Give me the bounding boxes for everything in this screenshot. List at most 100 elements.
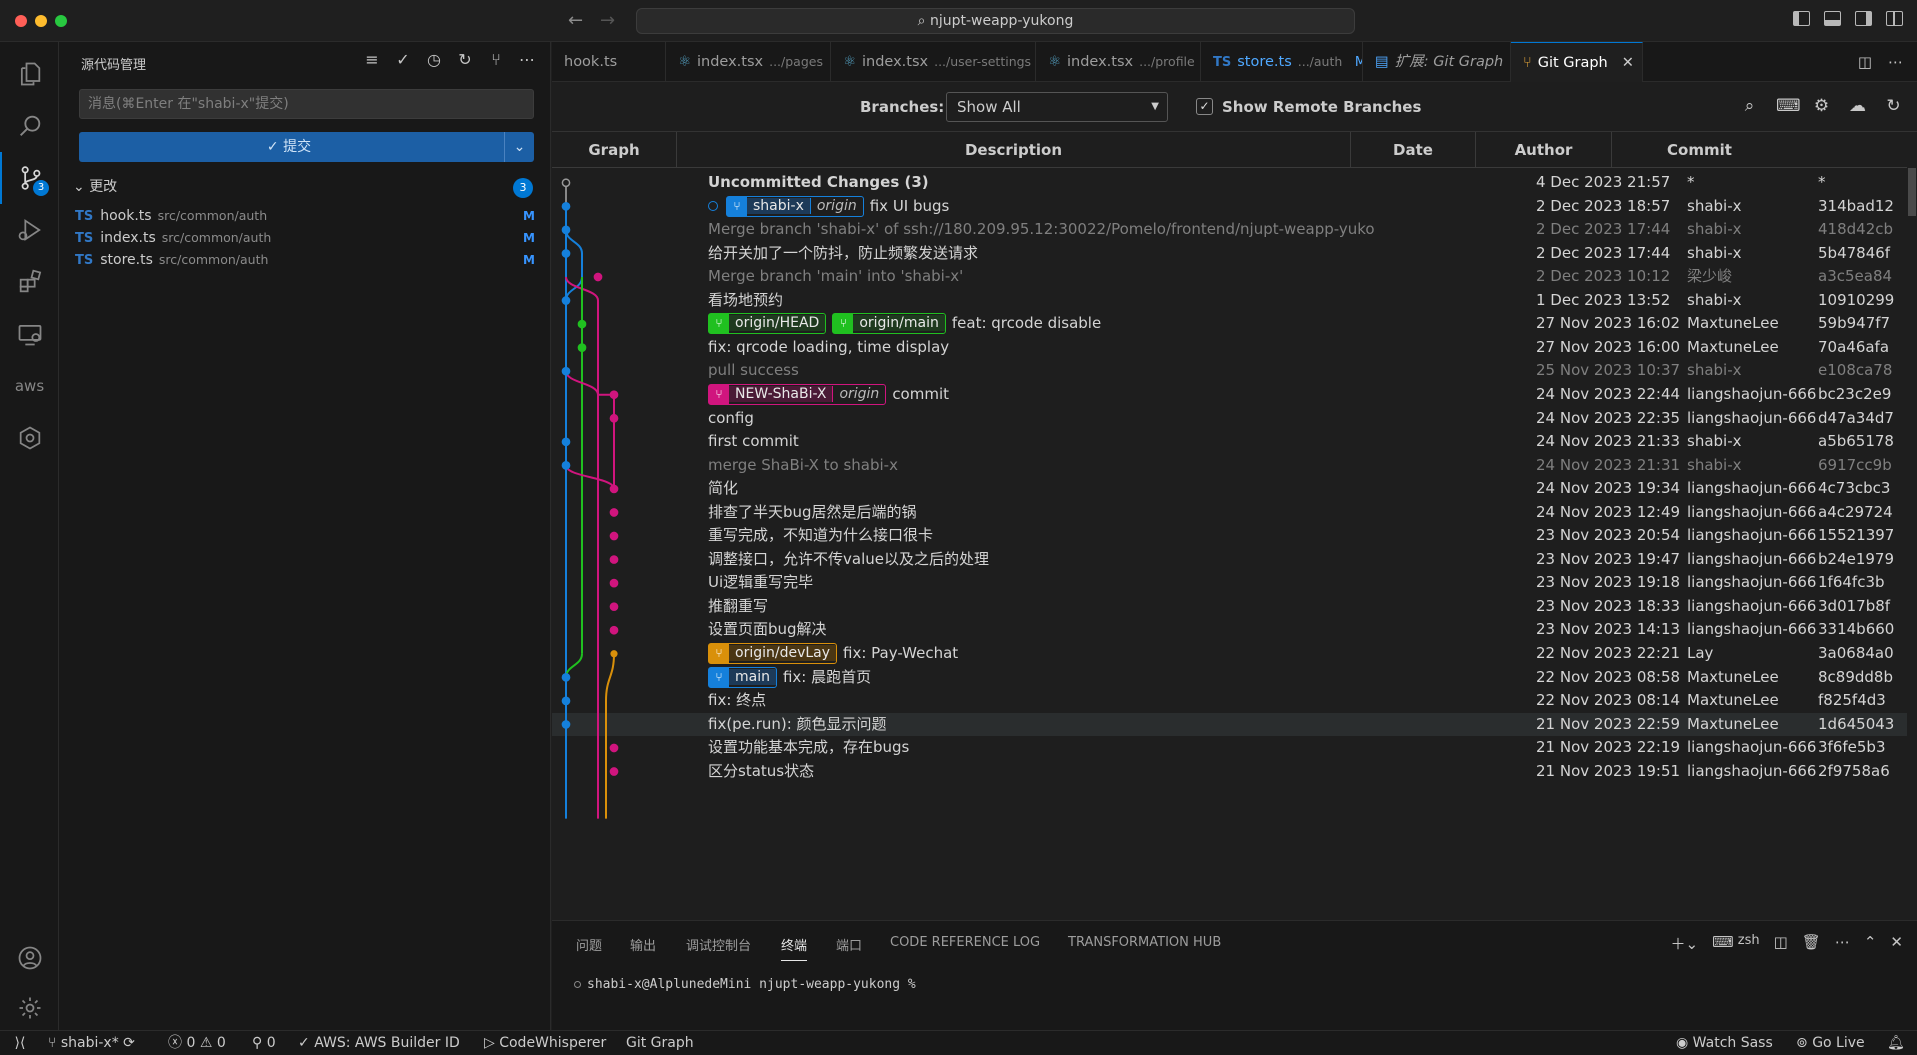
command-center-search[interactable]: ⌕ njupt-weapp-yukong <box>636 8 1355 34</box>
problems-status[interactable]: ⓧ 0 ⚠ 0 <box>168 1031 226 1055</box>
commit-row[interactable]: 给开关加了一个防抖，防止频繁发送请求 2 Dec 2023 17:44 shabi-… <box>552 242 1907 266</box>
git-graph-status[interactable]: Git Graph <box>626 1031 694 1055</box>
terminal-icon[interactable]: ⌨ <box>1776 96 1801 116</box>
gitlens-icon[interactable] <box>0 412 59 464</box>
commit-node[interactable] <box>609 767 619 776</box>
commit-node[interactable] <box>561 201 571 211</box>
commit-node[interactable] <box>609 625 619 635</box>
tab-store-ts[interactable]: TS store.ts .../auth M <box>1201 42 1363 82</box>
remote-indicator-icon[interactable]: ⟩⟨ <box>0 1031 40 1055</box>
commit-node[interactable] <box>609 390 619 400</box>
changes-group-header[interactable]: ⌄ 更改 3 <box>73 176 533 198</box>
commit-node[interactable] <box>561 178 571 188</box>
commit-row[interactable]: fix: qrcode loading, time display 27 Nov … <box>552 336 1907 360</box>
commit-message-input[interactable]: 消息(⌘Enter 在"shabi-x"提交) <box>79 89 534 119</box>
commit-node[interactable] <box>561 366 571 376</box>
commit-node[interactable] <box>561 296 571 305</box>
git-graph-icon[interactable]: ⑂ <box>487 50 505 69</box>
toggle-panel-icon[interactable] <box>1824 11 1841 26</box>
panel-tab-terminal[interactable]: 终端 <box>781 935 808 961</box>
commit-node[interactable] <box>609 602 619 612</box>
column-header-graph[interactable]: Graph <box>552 132 677 168</box>
branch-ref[interactable]: ⑂ origin/main <box>832 313 946 335</box>
commit-row[interactable]: Merge branch 'shabi-x' of ssh://180.209.… <box>552 218 1907 242</box>
commit-node[interactable] <box>610 650 618 658</box>
commit-node[interactable] <box>609 484 619 494</box>
commit-row[interactable]: ⑂ origin/HEAD ⑂ origin/main feat: qrcode dis… <box>552 312 1907 336</box>
watch-sass-status[interactable]: ◉ Watch Sass <box>1676 1031 1773 1055</box>
commit-button[interactable]: ✓ 提交 ⌄ <box>79 132 534 162</box>
forward-arrow-icon[interactable]: → <box>600 10 615 31</box>
toggle-secondary-sidebar-icon[interactable] <box>1855 11 1872 26</box>
commit-row[interactable]: fix: 终点 22 Nov 2023 08:14 MaxtuneLee f825f4… <box>552 689 1907 713</box>
find-icon[interactable]: ⌕ <box>1740 96 1759 116</box>
history-icon[interactable]: ◷ <box>425 50 443 69</box>
commit-row[interactable]: merge ShaBi-X to shabi-x 24 Nov 2023 21:3… <box>552 454 1907 478</box>
panel-tab-output[interactable]: 输出 <box>630 935 656 954</box>
commit-node[interactable] <box>609 578 619 588</box>
close-window-button[interactable] <box>15 15 27 27</box>
maximize-window-button[interactable] <box>55 15 67 27</box>
commit-node[interactable] <box>561 672 571 682</box>
tab-index-user-settings[interactable]: ⚛ index.tsx .../user-settings <box>831 42 1036 82</box>
column-header-date[interactable]: Date <box>1351 132 1476 168</box>
extensions-icon[interactable] <box>0 256 59 308</box>
commit-node[interactable] <box>609 508 619 517</box>
commit-node[interactable] <box>561 437 571 447</box>
split-terminal-icon[interactable]: ◫ <box>1774 933 1788 954</box>
more-actions-icon[interactable]: ⋯ <box>1835 933 1850 954</box>
commit-row[interactable]: pull success 25 Nov 2023 10:37 shabi-x e108… <box>552 359 1907 383</box>
branch-select-dropdown[interactable]: Show All ▼ <box>946 92 1168 122</box>
back-arrow-icon[interactable]: ← <box>568 10 583 31</box>
tab-git-graph[interactable]: ⑂ Git Graph ✕ <box>1511 42 1643 82</box>
new-terminal-icon[interactable]: ＋⌄ <box>1671 933 1699 954</box>
panel-tab-problems[interactable]: 问题 <box>576 935 602 954</box>
commit-row[interactable]: Ui逻辑重写完毕 23 Nov 2023 19:18 liangshaojun-66… <box>552 571 1907 595</box>
commit-row[interactable]: ⑂ main fix: 晨跑首页 22 Nov 2023 08:58 MaxtuneLe… <box>552 666 1907 690</box>
commit-row[interactable]: fix(pe.run): 颜色显示问题 21 Nov 2023 22:59 Maxt… <box>552 712 1907 737</box>
branch-status[interactable]: ⑂ shabi-x* ⟳ <box>48 1031 135 1055</box>
commit-row[interactable]: ⑂ origin/devLay fix: Pay-Wechat 22 Nov 2023… <box>552 642 1907 666</box>
commit-row[interactable]: ⑂ NEW-ShaBi-X origin commit 24 Nov 2023 22:4… <box>552 383 1907 407</box>
commit-node[interactable] <box>577 319 587 329</box>
changed-file-item[interactable]: TS index.ts src/common/auth M <box>75 226 535 250</box>
refresh-icon[interactable]: ↻ <box>1884 96 1903 116</box>
source-control-icon[interactable]: 3 <box>0 152 59 204</box>
commit-row[interactable]: first commit 24 Nov 2023 21:33 shabi-x a5b6… <box>552 430 1907 454</box>
tab-extension-git-graph[interactable]: ▤ 扩展: Git Graph <box>1363 42 1511 82</box>
column-header-description[interactable]: Description <box>677 132 1351 168</box>
tab-hook-ts[interactable]: hook.ts <box>552 42 666 82</box>
commit-row[interactable]: 推翻重写 23 Nov 2023 18:33 liangshaojun-666 3d0… <box>552 595 1907 619</box>
explorer-icon[interactable] <box>0 48 59 100</box>
commit-node[interactable] <box>609 531 619 541</box>
settings-gear-icon[interactable] <box>0 982 59 1034</box>
vertical-scrollbar[interactable] <box>1907 168 1917 920</box>
panel-tab-transformation-hub[interactable]: TRANSFORMATION HUB <box>1068 935 1221 950</box>
commit-row[interactable]: 排查了半天bug居然是后端的锅 24 Nov 2023 12:49 liangsha… <box>552 501 1907 525</box>
branch-ref[interactable]: ⑂ main <box>708 666 777 688</box>
close-tab-icon[interactable]: ✕ <box>1622 55 1634 71</box>
commit-row[interactable]: 重写完成，不知道为什么接口很卡 23 Nov 2023 20:54 liangsha… <box>552 524 1907 548</box>
commit-node[interactable] <box>609 555 619 564</box>
close-panel-icon[interactable]: ✕ <box>1890 933 1903 954</box>
search-icon[interactable] <box>0 100 59 152</box>
settings-icon[interactable]: ⚙ <box>1812 96 1831 116</box>
commit-node[interactable] <box>609 413 619 423</box>
commit-row[interactable]: 简化 24 Nov 2023 19:34 liangshaojun-666 4c73c… <box>552 477 1907 501</box>
changed-file-item[interactable]: TS store.ts src/common/auth M <box>75 248 535 272</box>
more-actions-icon[interactable]: ⋯ <box>518 50 536 69</box>
commit-row[interactable]: Merge branch 'main' into 'shabi-x' 2 Dec … <box>552 265 1907 289</box>
notifications-bell-icon[interactable]: 🔔︎ <box>1887 1031 1905 1055</box>
tab-index-profile[interactable]: ⚛ index.tsx .../profile <box>1036 42 1201 82</box>
customize-layout-icon[interactable] <box>1886 11 1903 26</box>
branch-ref[interactable]: ⑂ origin/HEAD <box>708 313 827 335</box>
minimize-window-button[interactable] <box>35 15 47 27</box>
commit-row[interactable]: ⑂ shabi-x origin fix UI bugs 2 Dec 2023 18:5… <box>552 195 1907 219</box>
maximize-panel-icon[interactable]: ⌃ <box>1864 933 1877 954</box>
commit-check-icon[interactable]: ✓ <box>394 50 412 69</box>
commit-row[interactable]: config 24 Nov 2023 22:35 liangshaojun-666 d… <box>552 407 1907 431</box>
run-debug-icon[interactable] <box>0 204 59 256</box>
commit-node[interactable] <box>577 343 587 352</box>
commit-node[interactable] <box>561 225 571 235</box>
commit-row[interactable]: 调整接口，允许不传value以及之后的处理 23 Nov 2023 19:47 li… <box>552 548 1907 572</box>
